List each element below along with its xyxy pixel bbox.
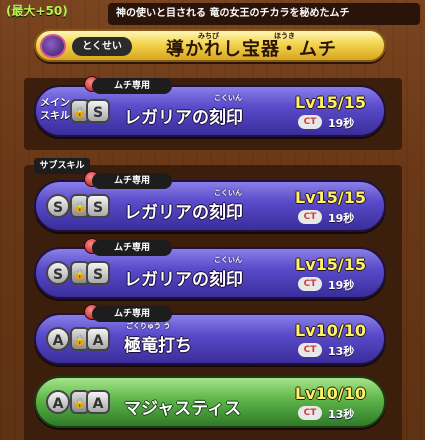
skill-name: レガリアの刻印 [124,270,243,290]
skill-name: 極竜打ち [124,336,192,356]
skill-level: Lv10/10 [295,321,366,340]
whip-gem-icon [40,34,66,58]
rank-badge: S [86,261,110,285]
sub-skill-card-3[interactable]: ムチ専用 A 🔒 A ごくりゅう う 極竜打ち Lv10/10 CT 13秒 [34,304,386,365]
ct-badge: CT [298,115,322,129]
ct-time: 13秒 [328,345,355,358]
trait-label: とくせい [72,37,132,56]
skill-tag: ムチ専用 [92,78,172,94]
rank-gear-badge: S [46,261,70,285]
ct-badge: CT [298,210,322,224]
main-skill-card[interactable]: ムチ専用 メイン スキル 🔒 S こくいん レガリアの刻印 Lv15/15 CT … [34,76,386,137]
header-bar: (最大+50) 神の使いと目される 竜の女王のチカラを秘めたムチ [0,0,425,26]
skill-level: Lv15/15 [295,188,366,207]
rank-gear-badge: S [46,194,70,218]
skill-tag: ムチ専用 [92,240,172,256]
ct-badge: CT [298,343,322,357]
ct-time: 13秒 [328,408,355,421]
rank-badge: A [86,390,110,414]
ct-time: 19秒 [328,279,355,292]
skill-name: マジャスティス [124,399,242,419]
ct-time: 19秒 [328,117,355,130]
trait-bar[interactable]: とくせい みちび ほうき 導かれし宝器・ムチ [34,29,386,62]
skill-level: Lv10/10 [295,384,366,403]
skill-tag: ムチ専用 [92,306,172,322]
ct-badge: CT [298,406,322,420]
ct-time: 19秒 [328,212,355,225]
sub-skill-card-2[interactable]: ムチ専用 S 🔒 S こくいん レガリアの刻印 Lv15/15 CT 19秒 [34,238,386,299]
ct-badge: CT [298,277,322,291]
skill-name: レガリアの刻印 [124,108,243,128]
rank-badge: S [86,194,110,218]
item-description: 神の使いと目される 竜の女王のチカラを秘めたムチ [108,3,420,25]
skill-ruby: ごくりゅう う [126,322,171,330]
max-plus-limit: (最大+50) [6,4,68,18]
rank-diamond-badge: A [46,327,70,351]
rank-diamond-badge: A [46,390,70,414]
trait-name: 導かれし宝器・ムチ [166,39,337,60]
skill-name: レガリアの刻印 [124,203,243,223]
skill-level: Lv15/15 [295,93,366,112]
sub-skill-label: サブスキル [34,158,90,174]
main-skill-label: メイン スキル [40,98,70,122]
skill-level: Lv15/15 [295,255,366,274]
sub-skill-card-1[interactable]: ムチ専用 S 🔒 S こくいん レガリアの刻印 Lv15/15 CT 19秒 [34,171,386,232]
skill-ruby: こくいん [214,256,242,264]
rank-badge: S [86,99,110,123]
skill-tag: ムチ専用 [92,173,172,189]
rank-badge: A [86,327,110,351]
skill-ruby: こくいん [214,94,242,102]
skill-ruby: こくいん [214,189,242,197]
sub-skill-card-4[interactable]: A 🔒 A マジャスティス Lv10/10 CT 13秒 [34,376,386,428]
